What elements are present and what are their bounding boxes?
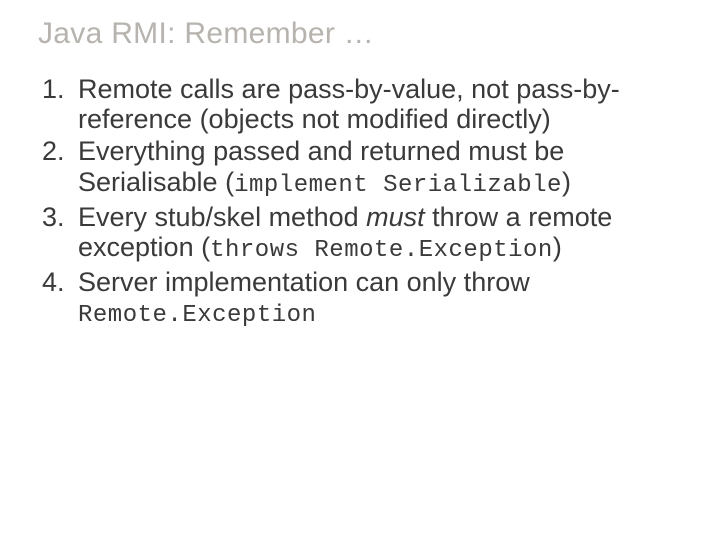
- points-list: Remote calls are pass-by-value, not pass…: [38, 74, 682, 330]
- item-text: Every stub/skel method: [78, 202, 366, 232]
- item-text: Server implementation can only throw: [78, 267, 530, 297]
- item-text: ): [562, 167, 571, 197]
- item-text: ): [553, 232, 562, 262]
- code-fragment: throws Remote.Exception: [210, 237, 553, 264]
- code-fragment: implement Serializable: [234, 172, 562, 199]
- code-fragment: Remote.Exception: [78, 302, 316, 329]
- slide: Java RMI: Remember … Remote calls are pa…: [0, 0, 720, 540]
- list-item: Every stub/skel method must throw a remo…: [72, 202, 682, 265]
- list-item: Remote calls are pass-by-value, not pass…: [72, 74, 682, 134]
- page-title: Java RMI: Remember …: [38, 16, 682, 52]
- item-text: Remote calls are pass-by-value, not pass…: [78, 74, 620, 134]
- list-item: Everything passed and returned must be S…: [72, 136, 682, 199]
- list-item: Server implementation can only throw Rem…: [72, 267, 682, 330]
- emphasis: must: [366, 202, 425, 232]
